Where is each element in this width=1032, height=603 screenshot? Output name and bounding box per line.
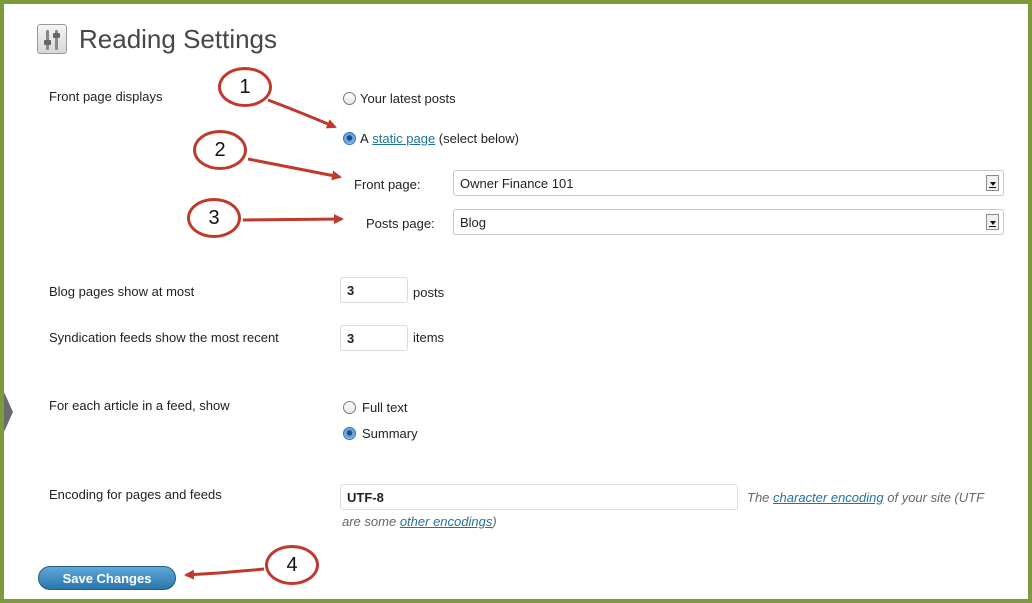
encoding-label: Encoding for pages and feeds [49,487,222,502]
posts-page-select[interactable]: Blog [453,209,1004,235]
front-page-displays-label: Front page displays [49,89,163,104]
encoding-note-line2-suffix: ) [492,514,497,529]
syndication-unit: items [413,330,445,345]
front-page-select-value: Owner Finance 101 [460,175,574,191]
static-page-link[interactable]: static page [372,131,435,146]
feed-article-label: For each article in a feed, show [49,398,230,413]
dropdown-arrow-icon[interactable] [986,214,999,230]
callout-4: 4 [265,545,319,585]
encoding-note-prefix: The [747,490,770,505]
radio-static-page[interactable]: A static page (select below) [343,131,519,146]
syndication-input[interactable] [340,325,408,351]
radio-summary[interactable]: Summary [343,426,418,441]
radio-full-text[interactable]: Full text [343,400,408,415]
front-page-select[interactable]: Owner Finance 101 [453,170,1004,196]
radio-full-text-label: Full text [362,400,408,415]
radio-summary-label: Summary [362,426,418,441]
radio-button-icon[interactable] [343,92,356,105]
page-title: Reading Settings [79,24,278,54]
encoding-note-line2: are some other encodings) [342,514,497,529]
radio-button-checked-icon[interactable] [343,427,356,440]
blog-pages-unit: posts [413,285,445,300]
encoding-input[interactable] [340,484,738,510]
callout-1: 1 [218,67,272,107]
radio-button-icon[interactable] [343,401,356,414]
front-page-select-label: Front page: [354,177,421,192]
other-encodings-link[interactable]: other encodings [400,514,493,529]
encoding-note-suffix: of your site (UTF [887,490,985,505]
posts-page-select-value: Blog [460,214,487,230]
page-header: Reading Settings [37,24,277,54]
save-changes-button[interactable]: Save Changes [38,566,176,590]
encoding-note: The character encoding of your site (UTF [747,490,984,505]
radio-button-checked-icon[interactable] [343,132,356,145]
syndication-label: Syndication feeds show the most recent [49,330,279,345]
radio-latest-posts-label: Your latest posts [360,91,456,106]
character-encoding-link[interactable]: character encoding [773,490,884,505]
radio-latest-posts[interactable]: Your latest posts [343,91,456,106]
posts-page-select-label: Posts page: [366,216,435,231]
blog-pages-label: Blog pages show at most [49,284,195,299]
radio-static-prefix: A [360,131,369,146]
collapse-tab-icon[interactable] [4,392,13,432]
dropdown-arrow-icon[interactable] [986,175,999,191]
radio-static-suffix: (select below) [438,131,519,146]
settings-icon [37,24,67,54]
encoding-note-line2-prefix: are some [342,514,397,529]
blog-pages-input[interactable] [340,277,408,303]
callout-3: 3 [187,198,241,238]
callout-2: 2 [193,130,247,170]
